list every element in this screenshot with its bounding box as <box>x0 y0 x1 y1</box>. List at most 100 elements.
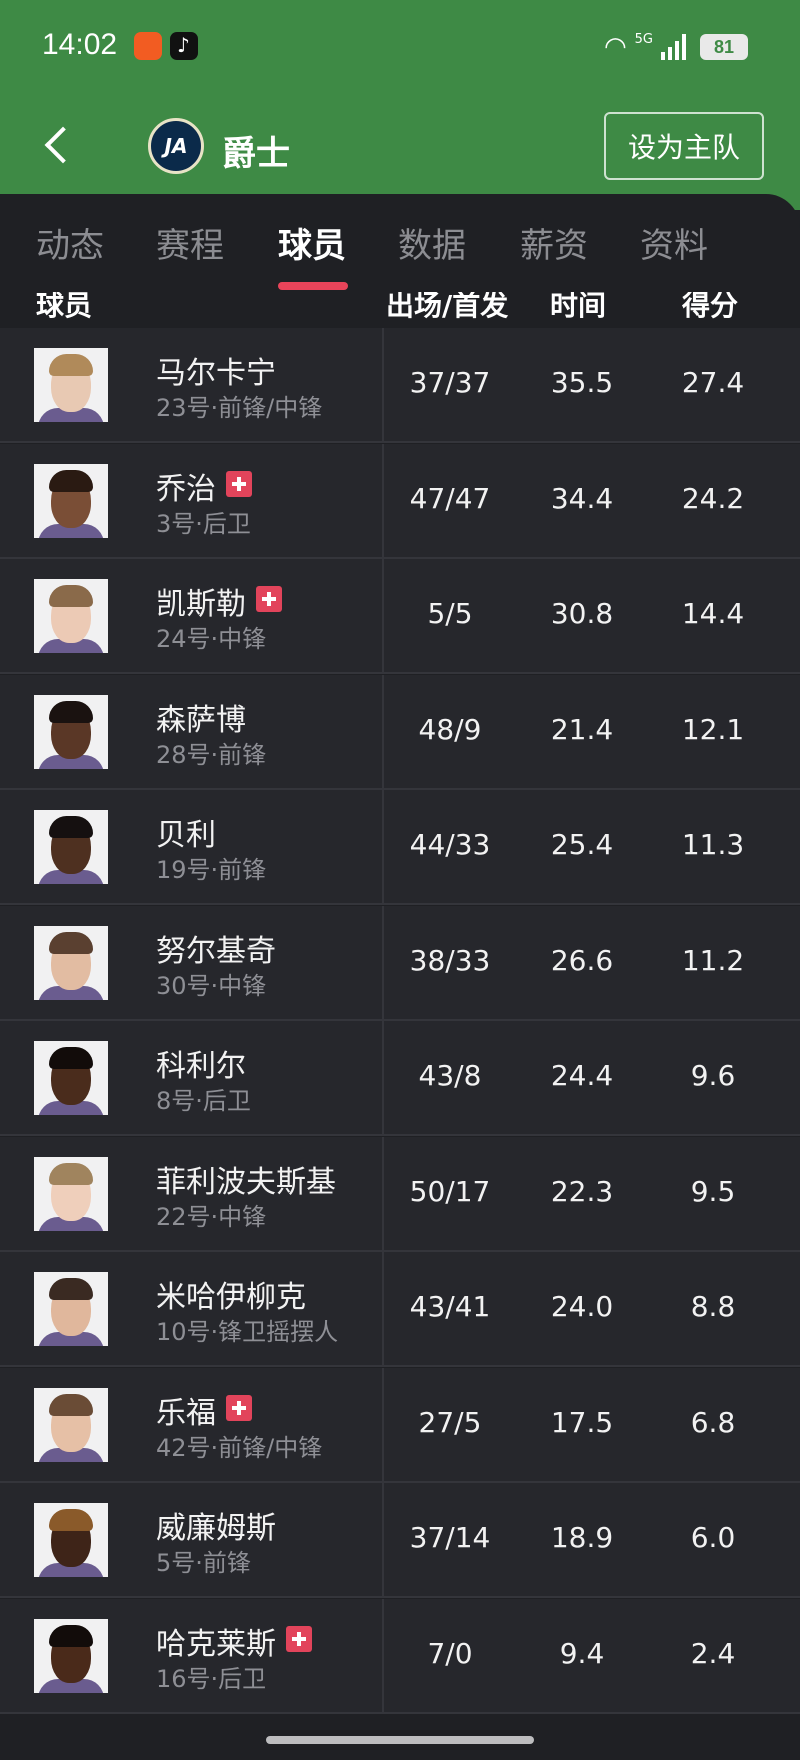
player-name-line: 科利尔 <box>156 1041 246 1085</box>
set-favorite-team-button[interactable]: 设为主队 <box>604 112 764 180</box>
tab-schedule[interactable]: 赛程 <box>156 218 224 267</box>
player-name: 菲利波夫斯基 <box>156 1164 336 1200</box>
player-avatar <box>34 694 108 769</box>
player-number-position: 16号·后卫 <box>156 1664 267 1693</box>
player-avatar <box>34 810 108 884</box>
player-number-position: 30号·中锋 <box>156 971 267 1000</box>
games-started-value: 43/8 <box>418 1059 482 1092</box>
games-started-value: 50/17 <box>409 1174 491 1208</box>
minutes-value: 35.5 <box>550 366 614 399</box>
player-avatar <box>34 1041 108 1115</box>
table-row[interactable]: 森萨博 28号·前锋 48/9 21.4 12.1 <box>0 674 800 790</box>
player-name: 凯斯勒 <box>156 587 246 622</box>
player-number-position: 19号·前锋 <box>156 856 267 884</box>
table-row[interactable]: 乐福 42号·前锋/中锋 27/5 17.5 6.8 <box>0 1367 800 1483</box>
player-avatar <box>34 1272 108 1346</box>
tab-info[interactable]: 资料 <box>640 218 708 267</box>
tiktok-notification-icon <box>170 32 198 60</box>
player-name-line: 菲利波夫斯基 <box>156 1157 336 1201</box>
player-name-line: 乐福 <box>156 1388 252 1432</box>
minutes-value: 26.6 <box>550 943 614 977</box>
minutes-value: 17.5 <box>550 1405 614 1439</box>
player-avatar <box>34 348 108 422</box>
minutes-value: 22.3 <box>550 1174 614 1208</box>
games-started-value: 37/14 <box>409 1521 491 1554</box>
points-value: 27.4 <box>681 366 745 399</box>
table-row[interactable]: 菲利波夫斯基 22号·中锋 50/17 22.3 9.5 <box>0 1136 800 1252</box>
games-started-value: 7/0 <box>427 1636 473 1670</box>
injury-icon <box>286 1625 312 1652</box>
player-avatar <box>34 1618 108 1693</box>
player-avatar <box>34 925 108 1000</box>
player-number-position: 28号·前锋 <box>156 740 267 769</box>
player-name: 马尔卡宁 <box>156 356 276 391</box>
player-name: 科利尔 <box>156 1049 246 1084</box>
table-row[interactable]: 科利尔 8号·后卫 43/8 24.4 9.6 <box>0 1021 800 1136</box>
games-started-value: 37/37 <box>409 366 491 399</box>
network-type: 5G <box>634 31 653 47</box>
table-row[interactable]: 哈克莱斯 16号·后卫 7/0 9.4 2.4 <box>0 1598 800 1714</box>
player-name-line: 乔治 <box>156 464 252 508</box>
notification-app-icon <box>134 32 162 60</box>
player-name: 努尔基奇 <box>156 933 276 969</box>
player-name-line: 凯斯勒 <box>156 579 282 623</box>
battery-icon: 81 <box>700 34 748 60</box>
tab-news[interactable]: 动态 <box>36 218 104 267</box>
player-avatar <box>34 1156 108 1231</box>
team-logo: JA <box>148 118 204 174</box>
team-header: JA 爵士 设为主队 <box>0 96 800 196</box>
system-indicators: ◠ 5G 81 <box>604 30 748 64</box>
points-value: 11.3 <box>681 828 745 861</box>
back-arrow-icon[interactable] <box>38 124 78 164</box>
games-started-value: 5/5 <box>427 597 473 630</box>
player-number-position: 3号·后卫 <box>156 509 251 538</box>
games-started-value: 38/33 <box>409 943 491 977</box>
points-value: 9.6 <box>690 1059 736 1092</box>
home-indicator[interactable] <box>266 1736 534 1744</box>
games-started-value: 48/9 <box>418 712 482 746</box>
player-number-position: 8号·后卫 <box>156 1087 251 1115</box>
player-name-line: 威廉姆斯 <box>156 1503 276 1547</box>
tab-stats[interactable]: 数据 <box>398 218 466 267</box>
tab-bar: 动态 赛程 球员 数据 薪资 资料 <box>0 194 800 292</box>
games-started-value: 44/33 <box>409 828 491 861</box>
table-row[interactable]: 米哈伊柳克 10号·锋卫摇摆人 43/41 24.0 8.8 <box>0 1252 800 1367</box>
player-number-position: 24号·中锋 <box>156 625 267 653</box>
points-value: 14.4 <box>681 597 745 630</box>
table-row[interactable]: 努尔基奇 30号·中锋 38/33 26.6 11.2 <box>0 905 800 1021</box>
player-name-line: 努尔基奇 <box>156 926 276 970</box>
col-games: 出场/首发 <box>386 292 509 322</box>
player-name: 威廉姆斯 <box>156 1511 276 1546</box>
app-header-background: 14:02 ◠ 5G 81 JA 爵士 设为主队 <box>0 0 800 210</box>
active-tab-indicator <box>278 282 348 290</box>
table-row[interactable]: 威廉姆斯 5号·前锋 37/14 18.9 6.0 <box>0 1483 800 1598</box>
tab-players[interactable]: 球员 <box>278 218 346 267</box>
table-header: 球员 出场/首发 时间 得分 <box>0 292 800 328</box>
player-number-position: 23号·前锋/中锋 <box>156 394 323 422</box>
injury-icon <box>226 470 252 497</box>
points-value: 24.2 <box>681 481 745 515</box>
minutes-value: 30.8 <box>550 597 614 630</box>
status-time: 14:02 <box>42 28 118 61</box>
team-name: 爵士 <box>222 134 290 174</box>
status-bar: 14:02 ◠ 5G 81 <box>0 0 800 96</box>
player-name-line: 哈克莱斯 <box>156 1619 312 1663</box>
player-number-position: 5号·前锋 <box>156 1549 251 1577</box>
minutes-value: 21.4 <box>550 712 614 746</box>
tab-salary[interactable]: 薪资 <box>520 218 588 267</box>
points-value: 8.8 <box>690 1290 736 1323</box>
injury-icon <box>256 586 282 612</box>
col-minutes: 时间 <box>550 292 607 322</box>
player-name-line: 森萨博 <box>156 695 246 739</box>
table-row[interactable]: 贝利 19号·前锋 44/33 25.4 11.3 <box>0 790 800 905</box>
player-avatar <box>34 579 108 653</box>
player-number-position: 10号·锋卫摇摆人 <box>156 1318 339 1346</box>
table-row[interactable]: 马尔卡宁 23号·前锋/中锋 37/37 35.5 27.4 <box>0 328 800 443</box>
minutes-value: 25.4 <box>550 828 614 861</box>
player-name-line: 贝利 <box>156 810 216 854</box>
minutes-value: 24.4 <box>550 1059 614 1092</box>
table-row[interactable]: 凯斯勒 24号·中锋 5/5 30.8 14.4 <box>0 559 800 674</box>
table-row[interactable]: 乔治 3号·后卫 47/47 34.4 24.2 <box>0 443 800 559</box>
points-value: 6.8 <box>690 1405 736 1439</box>
player-avatar <box>34 1387 108 1462</box>
